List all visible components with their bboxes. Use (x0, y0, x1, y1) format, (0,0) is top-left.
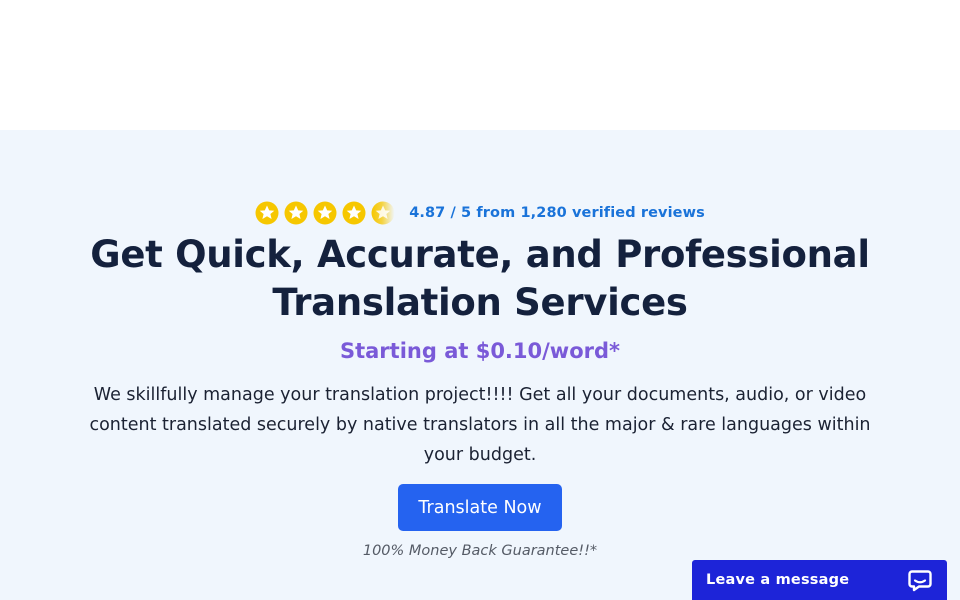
rating-bar: 4.87 / 5 from 1,280 verified reviews (0, 201, 960, 225)
chat-bubble-icon (908, 570, 932, 592)
chat-widget-label: Leave a message (706, 572, 850, 588)
price-subtitle: Starting at $0.10/word* (339, 339, 621, 363)
chat-widget[interactable]: Leave a message (692, 560, 947, 600)
star-rating (255, 201, 395, 225)
translate-now-button[interactable]: Translate Now (398, 484, 562, 531)
top-header-area (0, 0, 960, 130)
partial-star-icon (371, 201, 395, 225)
hero-description: We skillfully manage your translation pr… (89, 385, 871, 465)
page-title: Get Quick, Accurate, and Professional Tr… (90, 233, 870, 324)
star-icon (313, 201, 337, 225)
guarantee-note: 100% Money Back Guarantee!!* (362, 543, 598, 559)
star-icon (255, 201, 279, 225)
star-icon (284, 201, 308, 225)
rating-text: 4.87 / 5 from 1,280 verified reviews (409, 205, 705, 221)
star-icon (342, 201, 366, 225)
